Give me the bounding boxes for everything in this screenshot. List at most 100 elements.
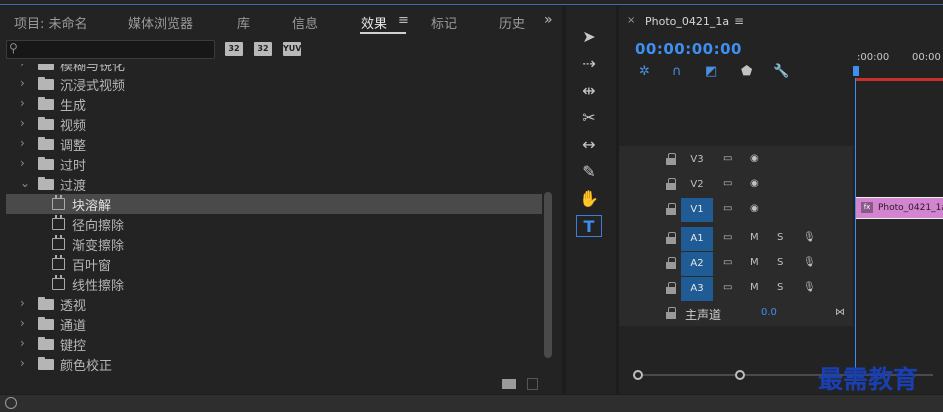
lock-icon[interactable] [666,257,676,269]
tree-effect[interactable]: 线性擦除 [6,274,542,294]
track-name[interactable]: V2 [681,173,713,197]
playhead-line[interactable] [855,78,856,378]
accelerated-effects-filter-button[interactable]: 32 [225,42,243,56]
type-tool-icon[interactable]: T [576,215,602,237]
sync-lock-icon[interactable]: ▭ [723,153,732,164]
tree-folder[interactable]: › 调整 [6,134,542,154]
effects-scrollbar[interactable] [544,192,552,358]
chevron-right-icon[interactable]: › [20,64,25,70]
zoom-scrollbar[interactable] [633,366,933,382]
zoom-handle-right[interactable] [735,370,745,380]
lock-icon[interactable] [666,178,676,190]
sequence-menu-icon[interactable]: ≡ [734,14,744,28]
mute-button[interactable]: M [750,257,759,268]
tree-folder-expanded[interactable]: ⌄ 过渡 [6,174,542,194]
eye-icon[interactable]: ◉ [750,203,759,214]
32bit-effects-filter-button[interactable]: 32 [254,42,272,56]
video-clip[interactable]: fx Photo_0421_1a [855,197,943,219]
chevron-right-icon[interactable]: › [20,76,25,90]
selection-tool-icon[interactable]: ➤ [576,26,602,48]
chevron-right-icon[interactable]: › [20,356,25,370]
lock-icon[interactable] [666,203,676,215]
sync-lock-icon[interactable]: ▭ [723,178,732,189]
tree-effect[interactable]: 径向擦除 [6,214,542,234]
track-select-tool-icon[interactable]: ⇢ [576,53,602,75]
chevron-right-icon[interactable]: › [20,116,25,130]
chevron-right-icon[interactable]: › [20,296,25,310]
sync-lock-icon[interactable]: ▭ [723,257,732,268]
add-marker-icon[interactable]: ⬟ [741,64,752,79]
hand-tool-icon[interactable]: ✋ [576,188,602,210]
razor-tool-icon[interactable]: ✂ [576,107,602,129]
track-name[interactable]: V3 [681,148,713,172]
track-name[interactable]: V1 [681,198,713,222]
playhead-timecode[interactable]: 00:00:00:00 [635,40,742,58]
tab-media-browser[interactable]: 媒体浏览器 [128,13,193,32]
wrench-icon[interactable]: 🔧 [773,64,789,79]
tree-folder[interactable]: › 颜色校正 [6,354,542,374]
track-name[interactable]: A1 [681,227,713,251]
pen-tool-icon[interactable]: ✎ [576,161,602,183]
work-area-bar[interactable] [855,78,943,81]
mute-button[interactable]: M [750,282,759,293]
slip-tool-icon[interactable]: ↔ [576,134,602,156]
solo-button[interactable]: S [777,282,783,293]
tab-overflow-icon[interactable]: » [544,12,553,28]
chevron-right-icon[interactable]: › [20,136,25,150]
microphone-icon[interactable]: 🎙 [803,282,816,293]
nest-icon[interactable]: ✲ [639,64,650,79]
chevron-right-icon[interactable]: › [20,336,25,350]
chevron-right-icon[interactable]: › [20,156,25,170]
tree-folder[interactable]: › 模糊与锐化 [6,64,542,74]
tab-history[interactable]: 历史 [499,13,525,32]
new-bin-icon[interactable] [502,379,516,389]
microphone-icon[interactable]: 🎙 [803,257,816,268]
tab-project[interactable]: 项目: 未命名 [14,13,88,32]
tree-folder[interactable]: › 透视 [6,294,542,314]
search-input[interactable]: ⚲ [6,40,215,59]
tree-folder[interactable]: › 通道 [6,314,542,334]
close-sequence-icon[interactable]: × [627,15,635,26]
playhead-handle[interactable] [853,66,859,76]
ripple-edit-tool-icon[interactable]: ⇹ [576,80,602,102]
tab-markers[interactable]: 标记 [431,13,457,32]
chevron-right-icon[interactable]: › [20,316,25,330]
tree-folder[interactable]: › 键控 [6,334,542,354]
tree-folder[interactable]: › 视频 [6,114,542,134]
chevron-down-icon[interactable]: ⌄ [20,176,30,190]
solo-button[interactable]: S [777,232,783,243]
chevron-right-icon[interactable]: › [20,96,25,110]
tab-info[interactable]: 信息 [292,13,318,32]
status-icon[interactable] [5,397,17,409]
sync-lock-icon[interactable]: ▭ [723,232,732,243]
microphone-icon[interactable]: 🎙 [803,232,816,243]
tab-libraries[interactable]: 库 [237,13,250,32]
solo-button[interactable]: S [777,257,783,268]
tree-effect[interactable]: 百叶窗 [6,254,542,274]
panel-menu-icon[interactable]: ≡ [398,13,409,28]
tree-folder[interactable]: › 沉浸式视频 [6,74,542,94]
tab-effects[interactable]: 效果 [361,13,387,32]
linked-selection-icon[interactable]: ◩ [705,64,717,79]
tree-effect-selected[interactable]: 块溶解 [6,194,542,214]
lock-icon[interactable] [666,307,676,319]
zoom-handle-left[interactable] [633,370,643,380]
master-volume-value[interactable]: 0.0 [761,307,777,318]
yuv-effects-filter-button[interactable]: YUV [283,42,301,56]
eye-icon[interactable]: ◉ [750,153,759,164]
go-to-in-out-icon[interactable]: ⋈ [835,307,845,318]
sequence-tab[interactable]: Photo_0421_1a [645,15,729,28]
snap-icon[interactable]: ∩ [672,64,682,79]
trash-icon[interactable] [527,378,538,390]
lock-icon[interactable] [666,282,676,294]
tree-effect[interactable]: 渐变擦除 [6,234,542,254]
mute-button[interactable]: M [750,232,759,243]
sync-lock-icon[interactable]: ▭ [723,282,732,293]
track-name[interactable]: A3 [681,277,713,301]
sync-lock-icon[interactable]: ▭ [723,203,732,214]
eye-icon[interactable]: ◉ [750,178,759,189]
tree-folder[interactable]: › 过时 [6,154,542,174]
tree-folder[interactable]: › 生成 [6,94,542,114]
lock-icon[interactable] [666,153,676,165]
track-name[interactable]: A2 [681,252,713,276]
